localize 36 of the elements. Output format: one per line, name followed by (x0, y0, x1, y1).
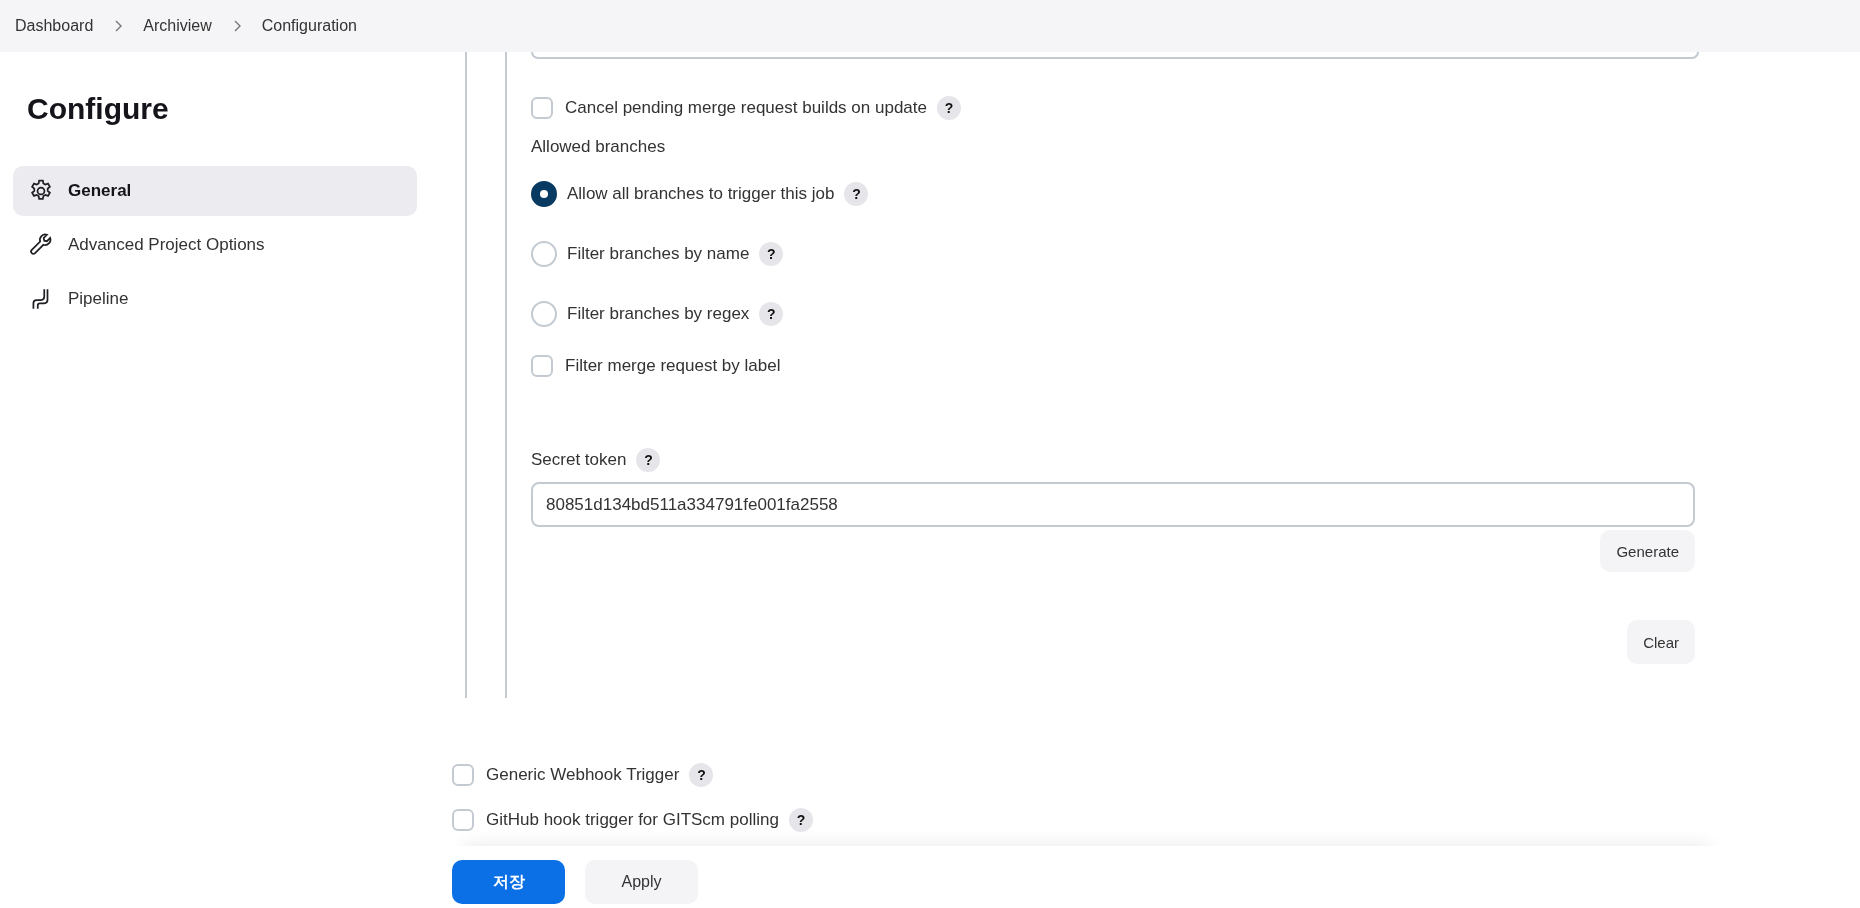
section-label: Allowed branches (531, 137, 666, 157)
help-icon[interactable]: ? (689, 762, 714, 787)
checkbox-label: GitHub hook trigger for GITScm polling (486, 809, 779, 830)
checkbox[interactable] (531, 97, 553, 119)
breadcrumb-link[interactable]: Configuration (261, 17, 357, 35)
checkbox[interactable] (452, 808, 474, 831)
clear-button[interactable]: Clear (1627, 620, 1695, 664)
help-icon[interactable]: ? (788, 807, 813, 832)
help-icon[interactable]: ? (636, 448, 661, 472)
chevron-right-icon (113, 20, 124, 32)
field-label: Secret token (531, 450, 627, 470)
sidebar-item[interactable]: Advanced Project Options (13, 220, 417, 270)
wrench-icon (28, 232, 54, 258)
save-button[interactable]: 저장 (452, 860, 565, 904)
help-icon[interactable]: ? (759, 302, 784, 326)
breadcrumb-link[interactable]: Archiview (143, 17, 212, 35)
input-field[interactable] (531, 52, 1699, 59)
radio-label: Filter branches by name (567, 244, 750, 264)
apply-button[interactable]: Apply (585, 860, 698, 904)
secret-token-field[interactable]: 80851d134bd511a334791fe001fa2558 (531, 482, 1695, 527)
checkbox[interactable] (531, 355, 553, 377)
checkbox-label: Generic Webhook Trigger (486, 764, 680, 785)
help-icon[interactable]: ? (759, 242, 784, 266)
page-title: Configure (27, 92, 170, 126)
generate-button[interactable]: Generate (1600, 530, 1695, 572)
sidebar-item[interactable]: Pipeline (13, 274, 417, 324)
radio-button[interactable] (531, 181, 557, 207)
breadcrumb-link[interactable]: Dashboard (15, 17, 94, 35)
radio-label: Filter branches by regex (567, 304, 750, 324)
checkbox-label: Cancel pending merge request builds on update (565, 98, 927, 118)
sidebar-item[interactable]: General (13, 166, 417, 216)
checkbox-label: Filter merge request by label (565, 356, 781, 376)
checkbox[interactable] (452, 763, 474, 786)
help-icon[interactable]: ? (937, 96, 961, 120)
help-icon[interactable]: ? (844, 182, 869, 206)
radio-label: Allow all branches to trigger this job (567, 184, 835, 204)
